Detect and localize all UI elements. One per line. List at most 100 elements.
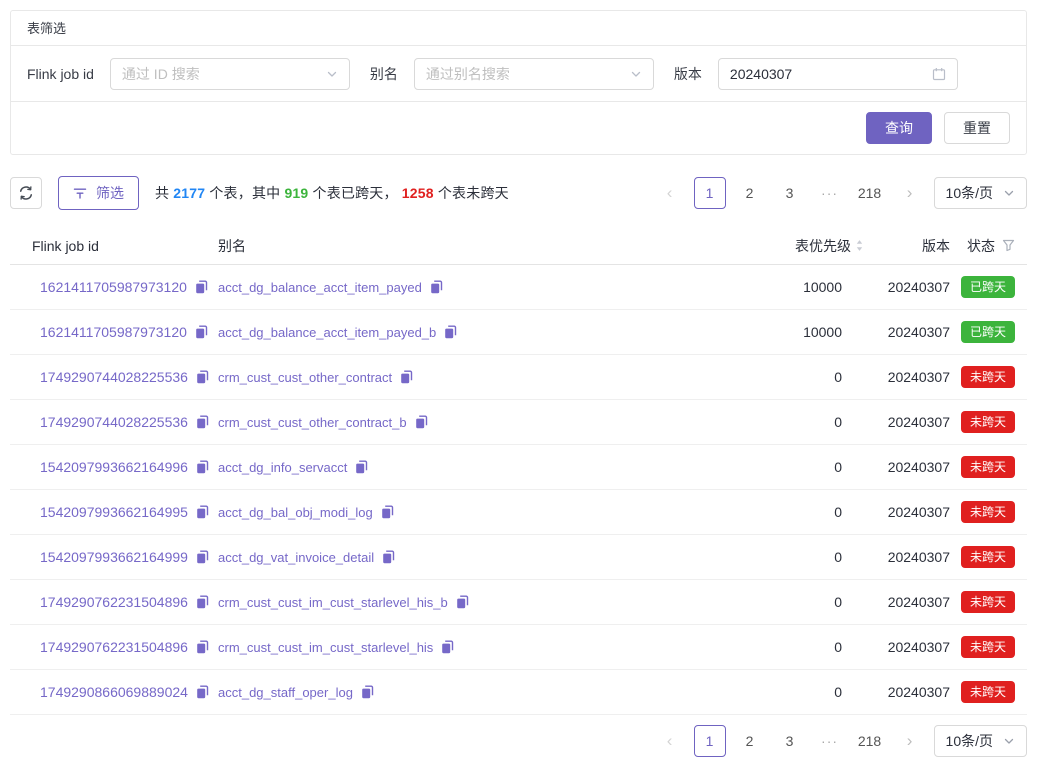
copy-icon[interactable] xyxy=(382,550,395,564)
chevron-down-icon xyxy=(326,68,338,80)
page-prev-button[interactable]: ‹ xyxy=(654,725,686,757)
page-item-2[interactable]: 2 xyxy=(734,177,766,209)
job-id-link[interactable]: 1621411705987973120 xyxy=(40,324,187,340)
flink-job-id-placeholder: 通过 ID 搜索 xyxy=(122,64,200,84)
alias-link[interactable]: acct_dg_balance_acct_item_payed_b xyxy=(218,325,436,340)
version-date-input[interactable]: 20240307 xyxy=(718,58,958,90)
copy-icon[interactable] xyxy=(381,505,394,519)
page-next-button[interactable]: › xyxy=(894,177,926,209)
copy-icon[interactable] xyxy=(196,685,209,699)
status-cell: 未跨天 xyxy=(950,456,1015,478)
reset-button[interactable]: 重置 xyxy=(944,112,1010,144)
copy-icon[interactable] xyxy=(196,595,209,609)
status-badge: 未跨天 xyxy=(961,456,1015,478)
priority-cell: 0 xyxy=(714,414,864,430)
summary-part: 个表未跨天 xyxy=(434,185,509,201)
copy-icon[interactable] xyxy=(444,325,457,339)
job-id-cell: 1749290744028225536 xyxy=(22,369,218,385)
table-toolbar: 筛选 共 2177 个表，其中 919 个表已跨天， 1258 个表未跨天 ‹1… xyxy=(10,175,1027,211)
job-id-link[interactable]: 1542097993662164999 xyxy=(40,549,188,565)
job-id-link[interactable]: 1542097993662164996 xyxy=(40,459,188,475)
copy-icon[interactable] xyxy=(195,280,208,294)
status-cell: 未跨天 xyxy=(950,636,1015,658)
chevron-down-icon xyxy=(1003,735,1015,747)
copy-icon[interactable] xyxy=(430,280,443,294)
job-id-link[interactable]: 1749290762231504896 xyxy=(40,594,188,610)
alias-link[interactable]: crm_cust_cust_im_cust_starlevel_his xyxy=(218,640,433,655)
copy-icon[interactable] xyxy=(196,550,209,564)
not-crossed-count: 1258 xyxy=(402,185,434,201)
job-id-link[interactable]: 1542097993662164995 xyxy=(40,504,188,520)
page-ellipsis[interactable]: ··· xyxy=(814,177,846,209)
alias-link[interactable]: acct_dg_staff_oper_log xyxy=(218,685,353,700)
copy-icon[interactable] xyxy=(195,325,208,339)
copy-icon[interactable] xyxy=(355,460,368,474)
page-item-1[interactable]: 1 xyxy=(694,177,726,209)
filter-toggle-button[interactable]: 筛选 xyxy=(58,176,139,210)
priority-cell: 10000 xyxy=(714,324,864,340)
col-priority[interactable]: 表优先级 xyxy=(714,236,864,256)
alias-link[interactable]: acct_dg_bal_obj_modi_log xyxy=(218,505,373,520)
page-size-select[interactable]: 10条/页 xyxy=(934,725,1027,757)
page-ellipsis[interactable]: ··· xyxy=(814,725,846,757)
alias-link[interactable]: crm_cust_cust_im_cust_starlevel_his_b xyxy=(218,595,448,610)
copy-icon[interactable] xyxy=(456,595,469,609)
status-cell: 已跨天 xyxy=(950,321,1015,343)
refresh-icon xyxy=(18,185,34,201)
job-id-link[interactable]: 1749290744028225536 xyxy=(40,414,188,430)
alias-link[interactable]: acct_dg_vat_invoice_detail xyxy=(218,550,374,565)
copy-icon[interactable] xyxy=(196,370,209,384)
job-id-link[interactable]: 1749290762231504896 xyxy=(40,639,188,655)
sort-caret-icon[interactable] xyxy=(855,238,864,253)
page-next-button[interactable]: › xyxy=(894,725,926,757)
page-size-select[interactable]: 10条/页 xyxy=(934,177,1027,209)
job-id-link[interactable]: 1749290744028225536 xyxy=(40,369,188,385)
version-cell: 20240307 xyxy=(864,459,950,475)
page-item-1[interactable]: 1 xyxy=(694,725,726,757)
version-cell: 20240307 xyxy=(864,279,950,295)
copy-icon[interactable] xyxy=(361,685,374,699)
alias-link[interactable]: acct_dg_balance_acct_item_payed xyxy=(218,280,422,295)
chevron-down-icon xyxy=(630,68,642,80)
page-item-3[interactable]: 3 xyxy=(774,177,806,209)
query-button[interactable]: 查询 xyxy=(866,112,932,144)
copy-icon[interactable] xyxy=(415,415,428,429)
alias-link[interactable]: crm_cust_cust_other_contract xyxy=(218,370,392,385)
table-row: 1749290744028225536 crm_cust_cust_other_… xyxy=(10,355,1027,400)
filter-actions-row: 查询 重置 xyxy=(11,102,1026,154)
refresh-button[interactable] xyxy=(10,177,42,209)
job-id-cell: 1749290744028225536 xyxy=(22,414,218,430)
alias-link[interactable]: acct_dg_info_servacct xyxy=(218,460,347,475)
funnel-filter-icon[interactable] xyxy=(1002,239,1015,252)
priority-cell: 0 xyxy=(714,504,864,520)
copy-icon[interactable] xyxy=(400,370,413,384)
status-badge: 已跨天 xyxy=(961,321,1015,343)
page-item-218[interactable]: 218 xyxy=(854,725,886,757)
col-priority-label: 表优先级 xyxy=(795,236,851,256)
job-id-link[interactable]: 1749290866069889024 xyxy=(40,684,188,700)
page-prev-button[interactable]: ‹ xyxy=(654,177,686,209)
priority-cell: 10000 xyxy=(714,279,864,295)
status-cell: 未跨天 xyxy=(950,501,1015,523)
alias-cell: acct_dg_info_servacct xyxy=(218,460,714,475)
filter-panel: 表筛选 Flink job id 通过 ID 搜索 别名 通过别名搜索 版本 2… xyxy=(10,10,1027,155)
alias-cell: crm_cust_cust_im_cust_starlevel_his xyxy=(218,640,714,655)
summary-part: 共 xyxy=(155,185,173,201)
copy-icon[interactable] xyxy=(196,505,209,519)
version-cell: 20240307 xyxy=(864,414,950,430)
copy-icon[interactable] xyxy=(196,415,209,429)
total-count: 2177 xyxy=(173,185,205,201)
copy-icon[interactable] xyxy=(196,640,209,654)
job-id-link[interactable]: 1621411705987973120 xyxy=(40,279,187,295)
pagination-pages: ‹123···218› xyxy=(654,725,926,757)
copy-icon[interactable] xyxy=(441,640,454,654)
page-item-218[interactable]: 218 xyxy=(854,177,886,209)
page-item-3[interactable]: 3 xyxy=(774,725,806,757)
alias-select[interactable]: 通过别名搜索 xyxy=(414,58,654,90)
copy-icon[interactable] xyxy=(196,460,209,474)
col-alias: 别名 xyxy=(218,236,714,256)
alias-link[interactable]: crm_cust_cust_other_contract_b xyxy=(218,415,407,430)
col-status[interactable]: 状态 xyxy=(950,236,1015,256)
flink-job-id-select[interactable]: 通过 ID 搜索 xyxy=(110,58,350,90)
page-item-2[interactable]: 2 xyxy=(734,725,766,757)
